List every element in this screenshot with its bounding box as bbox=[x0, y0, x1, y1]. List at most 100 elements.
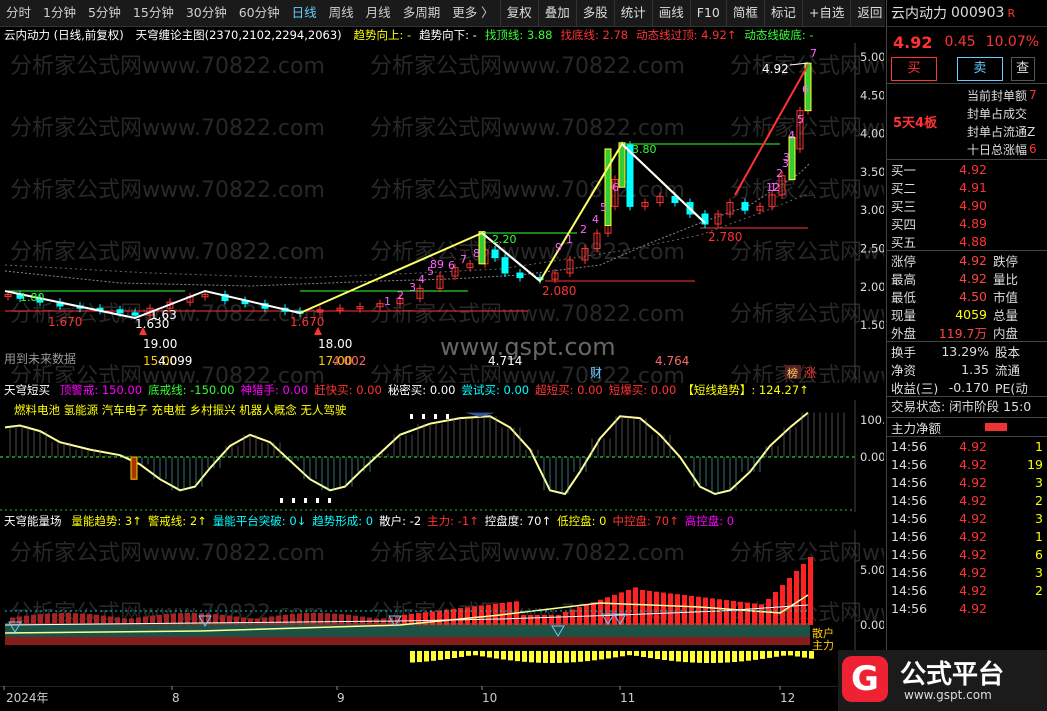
bid-row: 买一 4.92 bbox=[891, 160, 1047, 178]
lower-energy-bar bbox=[424, 651, 429, 662]
wave-count-label: 7 bbox=[810, 47, 817, 60]
stat-label: 收益(三) bbox=[891, 380, 939, 396]
toolbar-button[interactable]: 复权 bbox=[499, 0, 538, 26]
lower-energy-bar bbox=[620, 651, 625, 657]
toolbar-button[interactable]: 标记 bbox=[763, 0, 802, 26]
wave-count-label: 6 bbox=[802, 83, 809, 96]
toolbar-button[interactable]: +自选 bbox=[801, 0, 850, 26]
toolbar-button[interactable]: 画线 bbox=[651, 0, 690, 26]
energy-band bbox=[5, 623, 810, 637]
query-button[interactable]: 查 bbox=[1010, 57, 1035, 81]
period-tab[interactable]: 60分钟 bbox=[233, 0, 286, 26]
sell-button[interactable]: 卖 bbox=[956, 57, 1003, 81]
stat-value: 4.50 bbox=[959, 288, 987, 304]
energy-bar bbox=[535, 615, 540, 625]
bid-row: 买五 4.88 bbox=[891, 232, 1047, 250]
toolbar-button[interactable]: 返回 bbox=[850, 0, 888, 26]
energy-bar bbox=[283, 614, 288, 625]
watermark-text: 分析家公式网www.70822.com bbox=[370, 541, 685, 566]
period-tab[interactable]: 日线 bbox=[286, 0, 323, 26]
energy-bar bbox=[549, 615, 554, 625]
lower-energy-bar bbox=[466, 651, 471, 656]
lower-energy-bar bbox=[781, 651, 786, 656]
toolbar-button[interactable]: 简框 bbox=[725, 0, 764, 26]
main-indicator-title[interactable]: 天穹缠论主图(2370,2102,2294,2063) bbox=[136, 28, 342, 42]
lower-energy-bar bbox=[718, 651, 723, 663]
wave-count-label: 2 bbox=[580, 223, 587, 236]
period-tab[interactable]: 15分钟 bbox=[127, 0, 180, 26]
energy-bar bbox=[738, 601, 743, 625]
period-tab[interactable]: 30分钟 bbox=[180, 0, 233, 26]
bid-label: 买五 bbox=[891, 234, 917, 250]
mid-title[interactable]: 天穹短买 bbox=[4, 383, 50, 397]
wave-count-label: 5 bbox=[427, 265, 434, 278]
lower-energy-bar bbox=[788, 651, 793, 656]
energy-bar bbox=[353, 615, 358, 625]
period-tab[interactable]: 1分钟 bbox=[37, 0, 82, 26]
net-flow-label: 主力净额 bbox=[891, 420, 942, 436]
toolbar-button[interactable]: 统计 bbox=[613, 0, 652, 26]
price-change: 0.45 bbox=[944, 34, 976, 50]
energy-bar bbox=[94, 614, 99, 625]
x-axis: 2024年 8 9 10 11 12 bbox=[0, 686, 855, 705]
lower-energy-bar bbox=[634, 651, 639, 656]
last-price: 4.92 bbox=[893, 32, 933, 52]
tick-time: 14:56 bbox=[891, 528, 928, 544]
x-tick-label: 8 bbox=[172, 691, 180, 705]
lower-energy-bar bbox=[802, 651, 807, 658]
price-label: 1.670 bbox=[290, 315, 324, 329]
seal-label: 当前封单额 bbox=[967, 88, 1028, 103]
period-tab[interactable]: 分时 bbox=[0, 0, 37, 26]
tick-volume: 2 bbox=[1035, 582, 1043, 598]
energy-bar bbox=[52, 613, 57, 625]
y-tick-label: 5.00 bbox=[860, 563, 884, 577]
energy-bar bbox=[45, 613, 50, 625]
lower-energy-bar bbox=[613, 651, 618, 658]
stat-value: 13.29% bbox=[941, 343, 989, 359]
period-tab[interactable]: 5分钟 bbox=[82, 0, 127, 26]
energy-bar bbox=[381, 618, 386, 625]
toolbar-button[interactable]: 多股 bbox=[575, 0, 614, 26]
energy-bar bbox=[87, 614, 92, 625]
period-tab[interactable]: 周线 bbox=[323, 0, 360, 26]
bid-label: 买二 bbox=[891, 180, 917, 196]
lower-energy-bar bbox=[683, 651, 688, 663]
bid-row: 买二 4.91 bbox=[891, 178, 1047, 196]
main-price-chart[interactable]: 分析家公式网www.70822.com 分析家公式网www.70822.com 分析… bbox=[0, 43, 884, 383]
energy-bar bbox=[787, 578, 792, 625]
wave-count-label: 7 bbox=[460, 253, 467, 266]
wave-count-label: 6 bbox=[612, 181, 619, 194]
bid-price: 4.88 bbox=[959, 233, 987, 249]
main-panel-header: 云内动力 (日线,前复权) 天穹缠论主图(2370,2102,2294,2063… bbox=[4, 27, 884, 43]
seal-row: 当前封单额 7 bbox=[967, 86, 1047, 104]
energy-bar bbox=[346, 614, 351, 625]
period-tab[interactable]: 多周期 bbox=[397, 0, 447, 26]
energy-bar bbox=[234, 616, 239, 625]
toolbar-button[interactable]: 叠加 bbox=[537, 0, 576, 26]
future-data-note: 用到未来数据 bbox=[4, 351, 76, 366]
y-tick-label: 4.50 bbox=[860, 88, 884, 102]
energy-bar bbox=[290, 614, 295, 625]
energy-bar bbox=[661, 592, 666, 625]
lower-energy-bar bbox=[592, 651, 597, 661]
toolbar-button[interactable]: F10 bbox=[689, 0, 726, 26]
legend-item: 警戒线: 2↑ bbox=[147, 514, 207, 528]
legend-item: 散户: -2 bbox=[379, 514, 422, 528]
finance-tag: 财 bbox=[590, 366, 602, 380]
signal-bar bbox=[130, 456, 138, 480]
stat-label-2: 股本 bbox=[995, 344, 1021, 360]
energy-bar bbox=[360, 616, 365, 625]
lower-energy-bar bbox=[487, 651, 492, 658]
watermark-text: 分析家公式网www.70822.com bbox=[370, 116, 685, 141]
legend-item: 趋势向上: - bbox=[353, 28, 412, 42]
watermark-text: 分析家公式网www.70822.com bbox=[370, 54, 685, 79]
period-tab[interactable]: 月线 bbox=[360, 0, 397, 26]
bottom-title[interactable]: 天穹能量场 bbox=[4, 514, 62, 528]
lower-energy-bar bbox=[704, 651, 709, 663]
energy-bar bbox=[647, 590, 652, 625]
lower-energy-bar bbox=[606, 651, 611, 659]
buy-button[interactable]: 买 bbox=[891, 57, 937, 81]
period-tab[interactable]: 更多 〉 bbox=[446, 0, 499, 26]
y-tick-label: 2.00 bbox=[860, 280, 884, 294]
energy-field-indicator[interactable]: 分析家公式网www.70822.com 分析家公式网www.70822.com 分析… bbox=[0, 530, 884, 686]
